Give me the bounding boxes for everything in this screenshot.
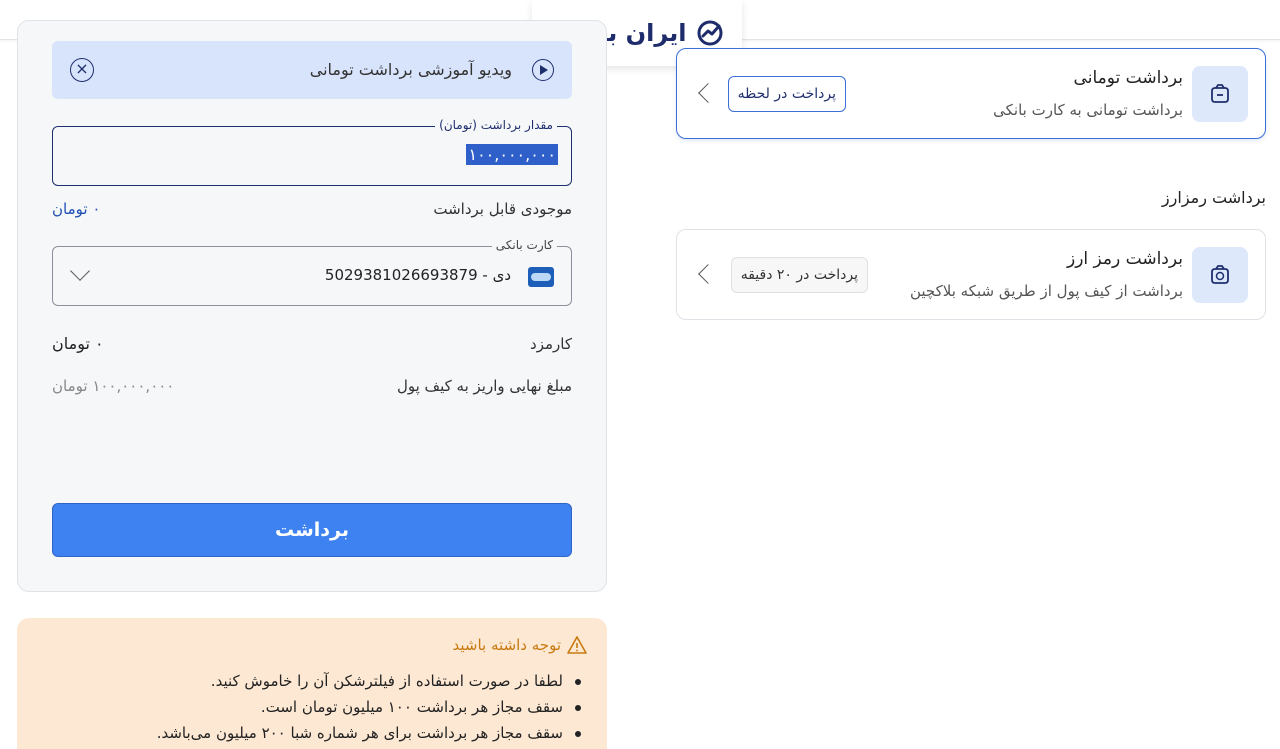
warning-title-text: توجه داشته باشید	[452, 636, 561, 654]
balance-label: موجودی قابل برداشت	[433, 200, 572, 218]
logo-mark-icon	[697, 20, 722, 46]
wallet-icon	[1192, 66, 1248, 122]
fee-label: کارمزد	[530, 335, 572, 353]
option-toman-subtitle: برداشت تومانی به کارت بانکی	[993, 101, 1183, 119]
warning-box: توجه داشته باشید لطفا در صورت استفاده از…	[17, 618, 607, 749]
crypto-wallet-icon	[1192, 247, 1248, 303]
warning-item: سقف مجاز هر برداشت برای هر شماره شبا ۲۰۰…	[157, 720, 585, 746]
option-crypto-subtitle: برداشت از کیف پول از طریق شبکه بلاکچین	[909, 282, 1183, 300]
option-toman-badge: پرداخت در لحظه	[727, 76, 846, 112]
warning-icon	[567, 636, 587, 654]
bank-card-value: دی - 5029381026693879	[324, 266, 511, 284]
warning-item: سقف مجاز هر برداشت ۱۰۰ میلیون تومان است.	[157, 694, 585, 720]
balance-value[interactable]: ۰ تومان	[52, 200, 100, 218]
chevron-left-icon[interactable]	[698, 83, 718, 103]
warning-title: توجه داشته باشید	[453, 636, 587, 654]
crypto-section-heading: برداشت رمزارز	[1161, 188, 1266, 207]
warning-list: لطفا در صورت استفاده از فیلترشکن آن را خ…	[157, 668, 585, 746]
option-toman-title: برداشت تومانی	[1073, 68, 1183, 88]
withdraw-button[interactable]: برداشت	[52, 503, 572, 557]
option-crypto-title: برداشت رمز ارز	[1067, 249, 1183, 269]
amount-label: مقدار برداشت (تومان)	[435, 118, 557, 132]
chevron-left-icon[interactable]	[698, 264, 718, 284]
bank-card-label: کارت بانکی	[491, 238, 557, 252]
option-crypto-withdraw[interactable]: برداشت رمز ارز برداشت از کیف پول از طریق…	[676, 229, 1266, 320]
close-circle-icon[interactable]: ×	[70, 58, 94, 82]
amount-value[interactable]: ۱۰۰,۰۰۰,۰۰۰	[466, 144, 558, 165]
option-crypto-badge: پرداخت در ۲۰ دقیقه	[730, 257, 868, 293]
warning-item: لطفا در صورت استفاده از فیلترشکن آن را خ…	[157, 668, 585, 694]
amount-input[interactable]: مقدار برداشت (تومان) ۱۰۰,۰۰۰,۰۰۰	[52, 118, 572, 186]
tutorial-video-title[interactable]: ویدیو آموزشی برداشت تومانی	[310, 60, 512, 79]
option-toman-withdraw[interactable]: برداشت تومانی برداشت تومانی به کارت بانک…	[676, 48, 1266, 139]
fee-value: ۰ تومان	[52, 334, 104, 353]
chevron-down-icon[interactable]	[70, 261, 90, 281]
final-amount-value: ۱۰۰,۰۰۰,۰۰۰ تومان	[52, 377, 175, 395]
bank-card-icon	[528, 267, 554, 287]
tutorial-video-bar[interactable]: ویدیو آموزشی برداشت تومانی ×	[52, 41, 572, 99]
bank-card-select[interactable]: کارت بانکی دی - 5029381026693879	[52, 238, 572, 306]
final-amount-label: مبلغ نهایی واریز به کیف پول	[396, 377, 572, 395]
play-icon[interactable]	[532, 59, 554, 81]
